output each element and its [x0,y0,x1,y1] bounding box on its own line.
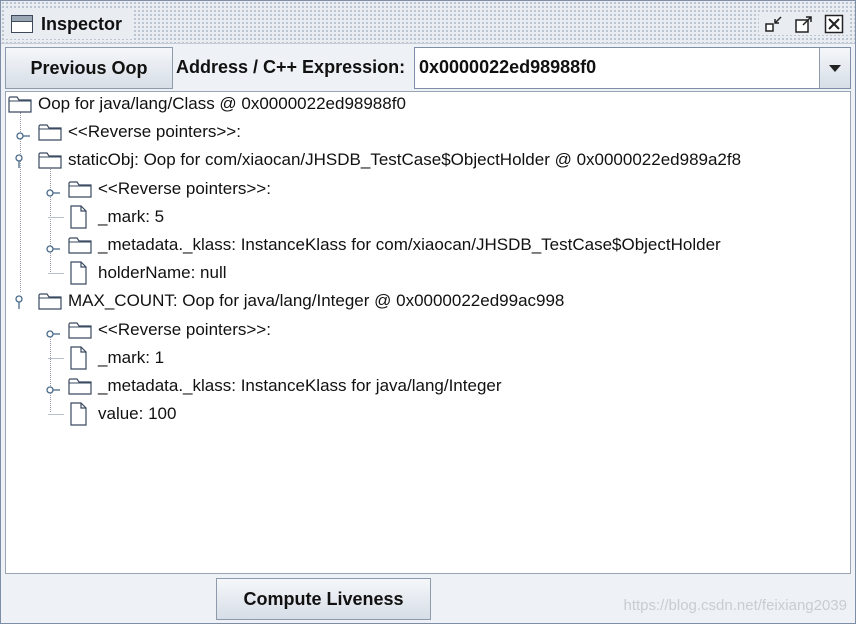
tree-folder-node[interactable]: <<Reverse pointers>>: [68,318,271,342]
tree-leaf-node[interactable]: holderName: null [68,261,227,285]
tree-folder-node[interactable]: MAX_COUNT: Oop for java/lang/Integer @ 0… [38,289,564,313]
tree-guide-line [50,332,51,412]
tree-node-label: <<Reverse pointers>>: [98,178,271,198]
collapsed-handle-icon[interactable] [46,382,60,394]
tree-node-label: Oop for java/lang/Class @ 0x0000022ed989… [38,94,406,113]
address-input[interactable]: 0x0000022ed98988f0 [419,57,596,78]
folder-icon [68,178,94,200]
tree-node-label: _mark: 1 [98,347,165,367]
bottom-bar: Compute Liveness https://blog.csdn.net/f… [1,575,855,623]
inspector-window: Inspector Previous Oop Address / C++ Exp… [0,0,856,624]
folder-icon [8,93,34,115]
tree-folder-node[interactable]: Oop for java/lang/Class @ 0x0000022ed989… [8,92,406,116]
dropdown-arrow-icon[interactable] [819,48,850,88]
folder-icon [68,234,94,256]
tree-leaf-node[interactable]: _mark: 5 [68,205,164,229]
tree-guide-line [48,216,64,218]
tree-guide-line [50,164,51,272]
folder-icon [38,290,64,312]
collapsed-handle-icon[interactable] [46,241,60,253]
tree-node-label: value: 100 [98,404,177,424]
tree-leaf-node[interactable]: _mark: 1 [68,346,164,370]
tree-leaf-node[interactable]: value: 100 [68,402,176,426]
tree-node-label: <<Reverse pointers>>: [98,319,271,339]
collapsed-handle-icon[interactable] [46,185,60,197]
compute-liveness-button[interactable]: Compute Liveness [216,578,431,620]
file-icon [68,261,94,285]
file-icon [68,205,94,229]
tree-folder-node[interactable]: <<Reverse pointers>>: [68,177,271,201]
maximize-icon[interactable] [793,13,815,35]
address-label: Address / C++ Expression: [176,57,406,77]
window-title: Inspector [41,13,123,34]
file-icon [68,346,94,370]
folder-icon [68,319,94,341]
tree-node-label: holderName: null [98,263,227,283]
folder-icon [38,149,64,171]
file-icon [68,402,94,426]
expanded-handle-icon[interactable] [14,295,24,310]
watermark: https://blog.csdn.net/feixiang2039 [623,597,848,614]
collapsed-handle-icon[interactable] [46,326,60,338]
tree-folder-node[interactable]: _metadata._klass: InstanceKlass for com/… [68,233,721,257]
collapsed-handle-icon[interactable] [16,128,30,140]
previous-oop-button[interactable]: Previous Oop [5,47,173,89]
tree-node-label: _metadata._klass: InstanceKlass for com/… [98,235,721,254]
iconify-icon[interactable] [763,13,785,35]
tree-node-label: _metadata._klass: InstanceKlass for java… [98,376,502,395]
title-bar[interactable]: Inspector [1,1,855,44]
folder-icon [68,375,94,397]
oop-tree[interactable]: Oop for java/lang/Class @ 0x0000022ed989… [5,91,851,574]
tree-folder-node[interactable]: <<Reverse pointers>>: [38,120,241,144]
address-combobox[interactable]: 0x0000022ed98988f0 [414,47,851,89]
tree-node-label: MAX_COUNT: Oop for java/lang/Integer @ 0… [68,291,565,311]
title-area: Inspector [5,9,133,39]
tree-node-label: _mark: 5 [98,206,165,226]
tree-folder-node[interactable]: _metadata._klass: InstanceKlass for java… [68,374,502,398]
tree-node-label: staticObj: Oop for com/xiaocan/JHSDB_Tes… [68,150,742,170]
window-controls [759,13,849,35]
tree-folder-node[interactable]: staticObj: Oop for com/xiaocan/JHSDB_Tes… [38,148,741,172]
close-icon[interactable] [823,13,845,35]
toolbar: Previous Oop Address / C++ Expression: 0… [1,45,855,91]
tree-guide-line [48,357,64,359]
tree-guide-line [48,273,64,275]
expanded-handle-icon[interactable] [14,154,24,169]
tree-node-label: <<Reverse pointers>>: [68,122,241,142]
window-icon [11,15,33,33]
tree-guide-line [48,414,64,416]
folder-icon [38,121,64,143]
